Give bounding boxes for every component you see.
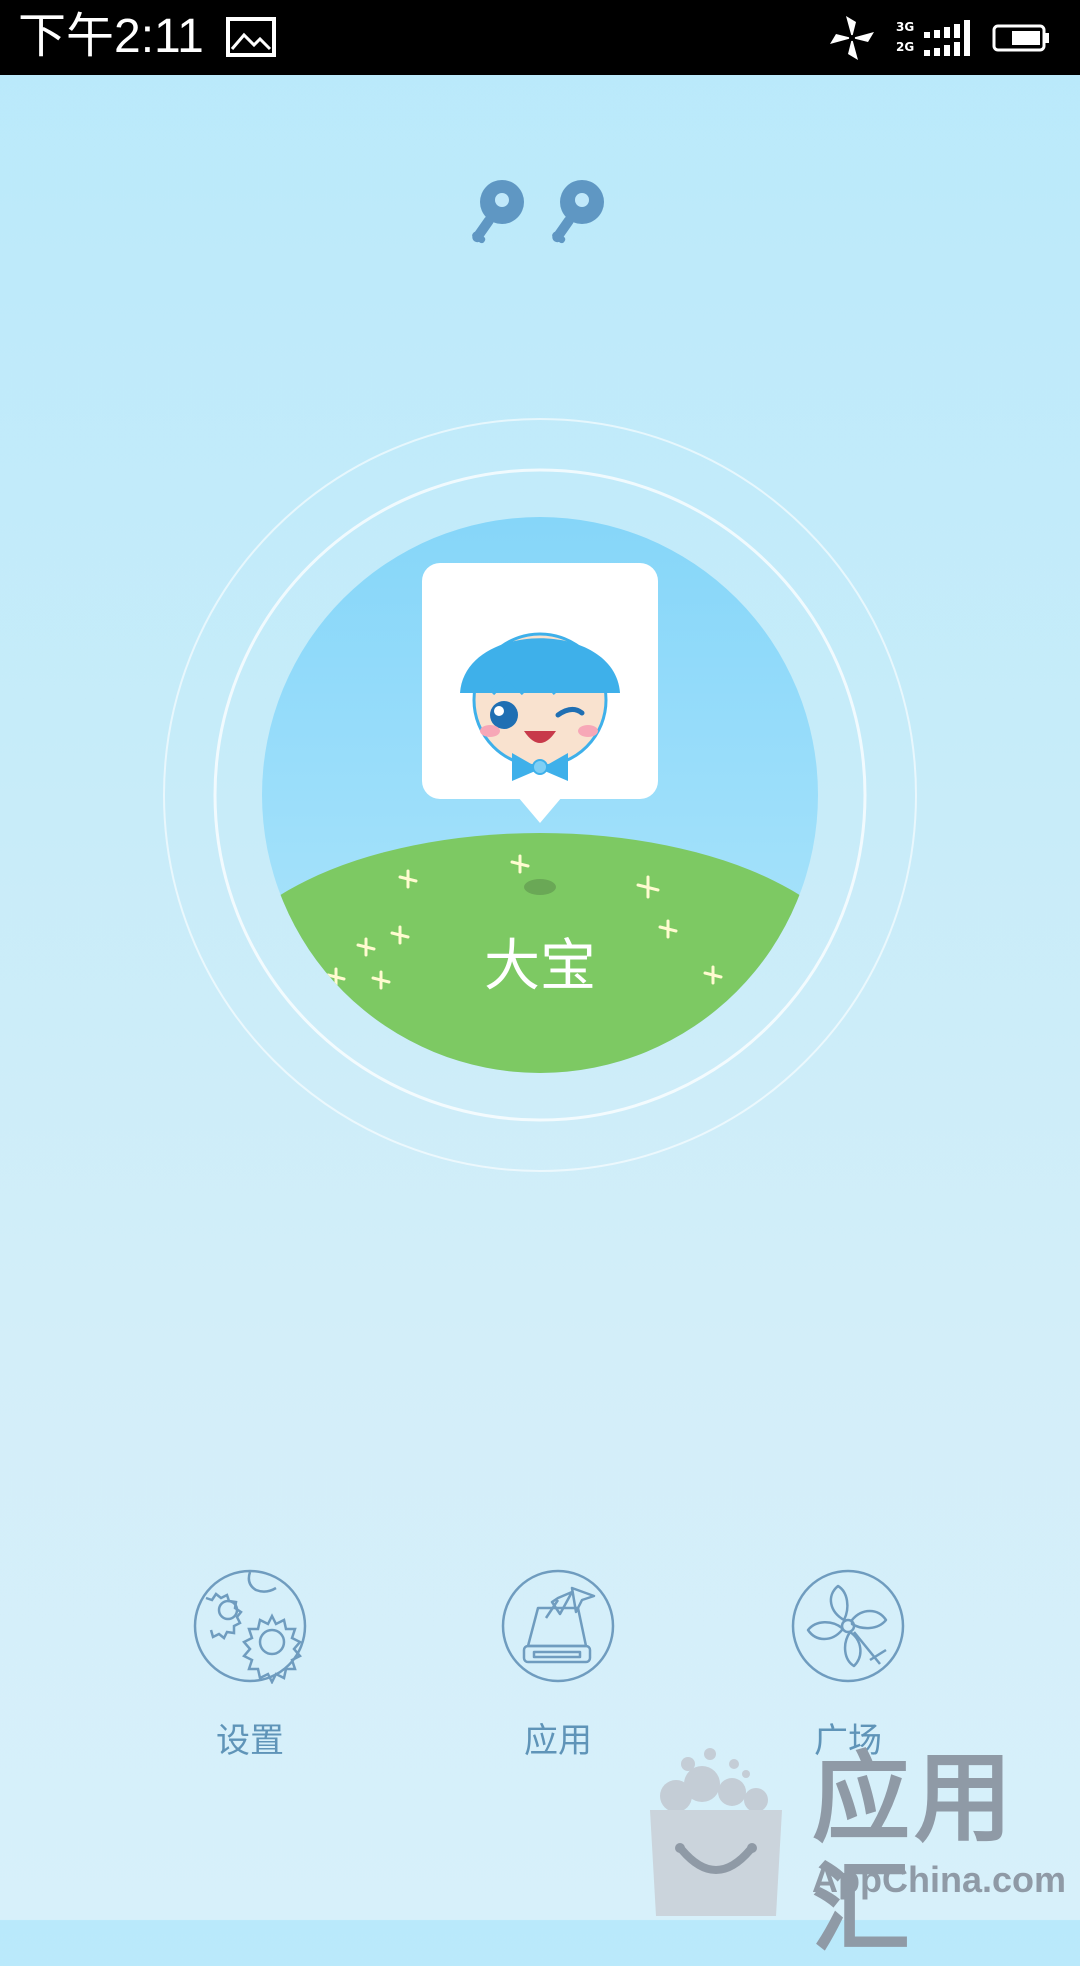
install-icon	[501, 1569, 615, 1683]
apps-button[interactable]: 应用	[478, 1568, 638, 1762]
appchina-watermark: 应用汇 AppChina.com	[636, 1740, 1076, 1964]
gear-icon	[193, 1569, 307, 1684]
profile-circle[interactable]	[160, 415, 920, 1175]
pinwheel-icon	[791, 1569, 905, 1683]
plaza-button[interactable]: 广场	[768, 1568, 928, 1762]
key-icon	[552, 180, 604, 244]
status-time: 下午2:11	[18, 10, 204, 63]
status-bar: 下午2:11 3G 2G	[0, 0, 1080, 75]
avatar-bubble	[422, 563, 658, 823]
network-type: 3G 2G	[896, 20, 915, 54]
keys-icon[interactable]	[470, 178, 620, 252]
watermark-cn: 应用汇	[812, 1742, 1017, 1966]
apps-label: 应用	[524, 1721, 592, 1761]
settings-label: 设置	[216, 1721, 284, 1761]
shopping-bag-logo	[650, 1748, 782, 1916]
settings-button[interactable]: 设置	[170, 1568, 330, 1762]
key-icon	[472, 180, 524, 244]
battery-icon	[992, 24, 1049, 52]
pinwheel-icon	[830, 16, 874, 60]
image-icon	[226, 17, 276, 57]
watermark-en: AppChina.com	[812, 1859, 1067, 1900]
profile-name: 大宝	[484, 934, 596, 999]
